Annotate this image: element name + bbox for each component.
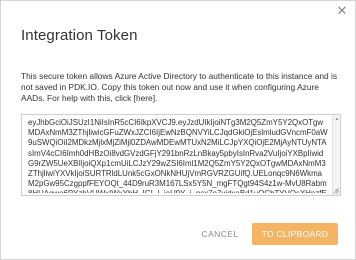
- token-textarea[interactable]: eyJhbGciOiJSUzI1NiIsInR5cCI6IkpXVCJ9.eyJ…: [21, 114, 341, 196]
- dialog-title: Integration Token: [21, 27, 138, 44]
- resize-grip-icon[interactable]: [333, 188, 339, 194]
- copy-to-clipboard-button[interactable]: TO CLIPBOARD: [252, 223, 338, 245]
- dialog-description: This secure token allows Azure Active Di…: [21, 71, 338, 103]
- scroll-up-arrow-icon[interactable]: ▲: [334, 116, 340, 122]
- close-icon[interactable]: ✕: [335, 4, 349, 18]
- cancel-button[interactable]: CANCEL: [197, 225, 243, 243]
- integration-token-dialog: ✕ Integration Token This secure token al…: [0, 0, 356, 260]
- token-text[interactable]: eyJhbGciOiJSUzI1NiIsInR5cCI6IkpXVCJ9.eyJ…: [28, 118, 328, 193]
- scrollbar[interactable]: ▲ ▼: [332, 115, 340, 195]
